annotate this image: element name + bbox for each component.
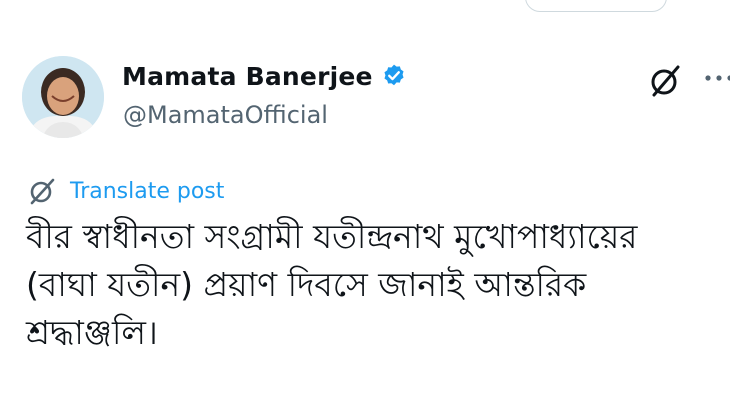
grok-icon[interactable] (646, 62, 684, 100)
verified-badge-icon[interactable] (381, 63, 407, 89)
translate-post-link[interactable]: Translate post (26, 175, 224, 207)
avatar[interactable] (22, 56, 104, 138)
author-name-row[interactable]: Mamata Banerjee (122, 58, 407, 94)
author-display-name[interactable]: Mamata Banerjee (122, 62, 373, 91)
post-text-line: শ্রদ্ধাঞ্জলি। (26, 313, 158, 352)
avatar-image (22, 56, 104, 138)
post-view: Mamata Banerjee @MamataOfficial Translat… (0, 0, 730, 400)
post-body: বীর স্বাধীনতা সংগ্রামী যতীন্দ্রনাথ মুখোপ… (26, 213, 716, 357)
post-text-line: (বাঘা যতীন) প্রয়াণ দিবসে জানাই আন্তরিক (26, 265, 587, 304)
author-handle[interactable]: @MamataOfficial (123, 101, 328, 129)
translate-icon (26, 175, 58, 207)
more-options-icon[interactable] (702, 64, 730, 94)
translate-post-label[interactable]: Translate post (70, 179, 224, 204)
post-text-line: বীর স্বাধীনতা সংগ্রামী যতীন্দ্রনাথ মুখোপ… (26, 217, 638, 256)
top-pill-button[interactable] (525, 0, 667, 12)
